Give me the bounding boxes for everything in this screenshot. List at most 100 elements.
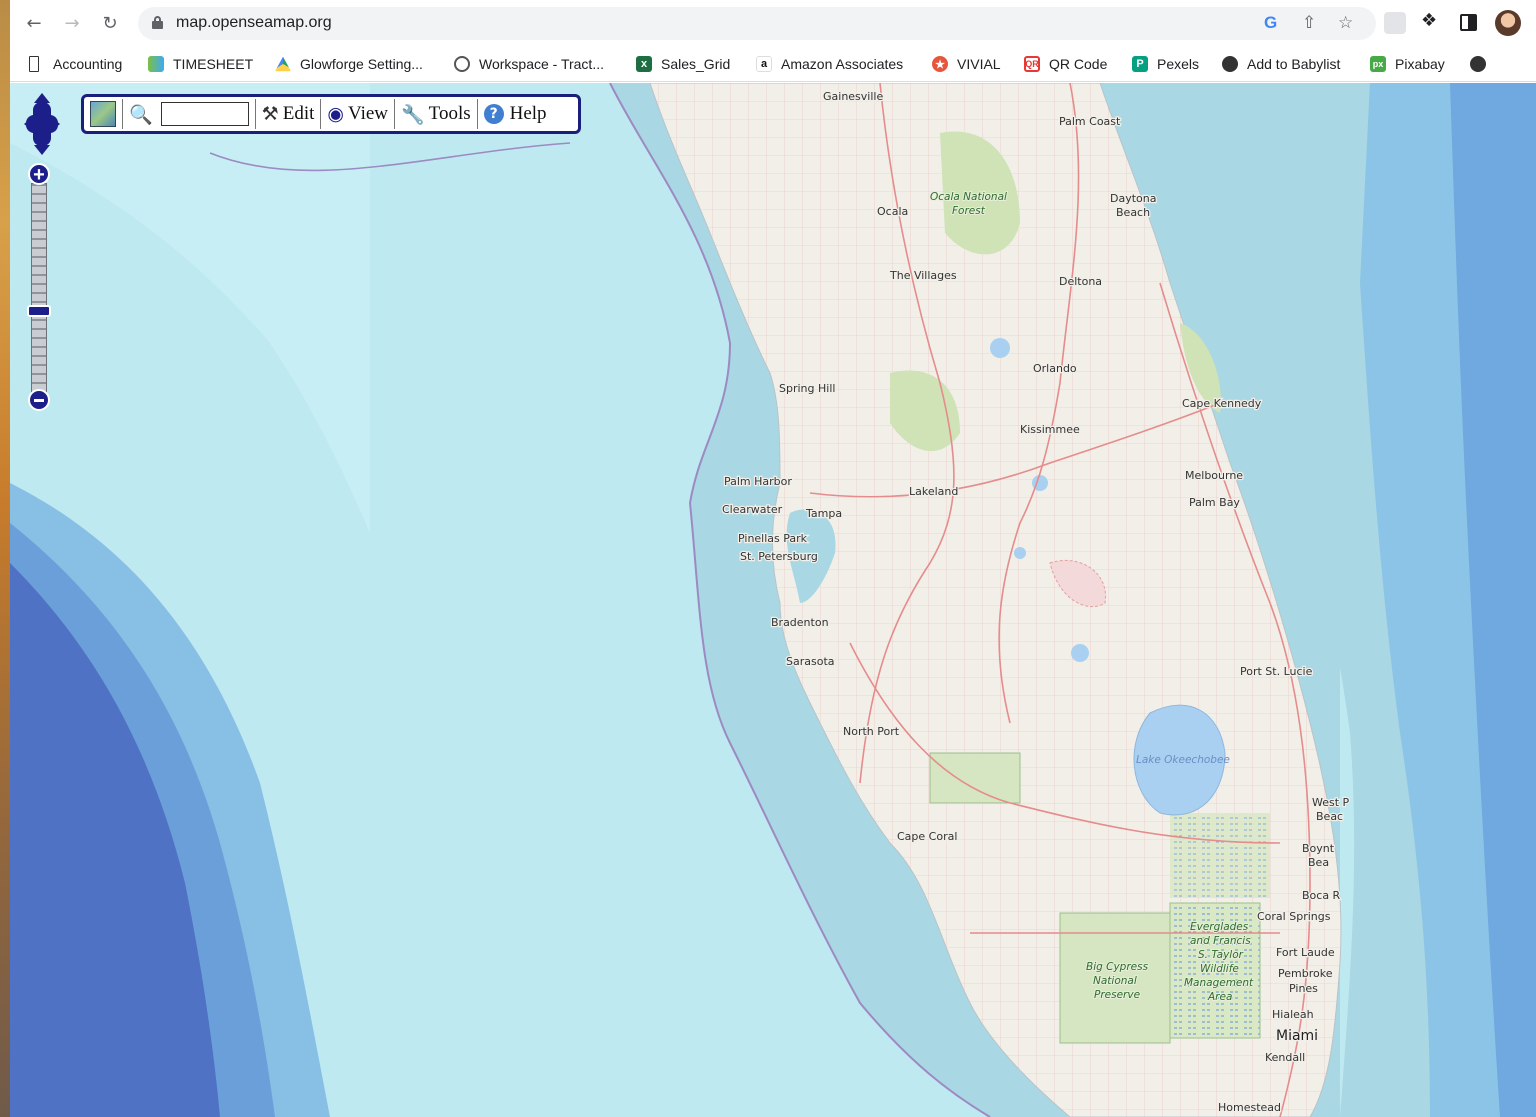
- label-st-petersburg: St. Petersburg: [740, 550, 818, 563]
- label-pinellas-park: Pinellas Park: [738, 532, 808, 545]
- label-ocala-forest: Ocala National: [930, 191, 1007, 203]
- label-coral-springs: Coral Springs: [1257, 910, 1331, 923]
- search-input[interactable]: [160, 102, 249, 126]
- label-palm-coast: Palm Coast: [1059, 115, 1121, 128]
- label-everglades-5: Management: [1184, 977, 1254, 989]
- star-icon[interactable]: ☆: [1338, 13, 1353, 33]
- help-menu[interactable]: ? Help: [478, 97, 553, 131]
- label-tampa: Tampa: [805, 507, 842, 520]
- map-viewport[interactable]: Gainesville Palm Coast Ocala Daytona Bea…: [10, 83, 1536, 1117]
- label-boynton-beach: Bea: [1308, 856, 1329, 869]
- pan-up-icon[interactable]: [34, 93, 50, 103]
- label-big-cypress-3: Preserve: [1094, 989, 1140, 1001]
- bookmark-pexels[interactable]: P Pexels: [1132, 54, 1199, 74]
- layer-switcher-button[interactable]: [84, 97, 122, 131]
- label-pembroke-pines: Pines: [1289, 982, 1318, 995]
- url-text[interactable]: map.openseamap.org: [176, 14, 332, 32]
- globe-icon: [1222, 56, 1238, 72]
- label-west-palm-beach: Beac: [1316, 810, 1343, 823]
- zoom-slider-handle[interactable]: [27, 305, 51, 317]
- edit-menu[interactable]: ⚒ Edit: [256, 97, 321, 131]
- bookmark-timesheet[interactable]: TIMESHEET: [148, 54, 253, 74]
- label-daytona: Daytona: [1110, 192, 1156, 205]
- pixabay-icon: px: [1370, 56, 1386, 72]
- label-the-villages: The Villages: [889, 269, 957, 282]
- bookmarks-bar: Accounting TIMESHEET Glowforge Setting..…: [10, 46, 1536, 82]
- bookmark-babylist[interactable]: Add to Babylist: [1222, 54, 1340, 74]
- globe-icon: [1470, 56, 1486, 72]
- forward-arrow-icon[interactable]: →: [60, 11, 84, 35]
- document-icon: [29, 56, 39, 72]
- pan-down-icon[interactable]: [34, 145, 50, 155]
- lake: [990, 338, 1010, 358]
- seamap-basemap[interactable]: Gainesville Palm Coast Ocala Daytona Bea…: [10, 83, 1536, 1117]
- side-panel-icon[interactable]: [1460, 14, 1477, 31]
- label-sarasota: Sarasota: [786, 655, 835, 668]
- browser-toolbar: ← → ↻ map.openseamap.org G ⇧ ☆ ❖: [10, 0, 1536, 46]
- bookmark-glowforge[interactable]: Glowforge Setting...: [275, 54, 423, 74]
- zoom-track[interactable]: [31, 183, 47, 393]
- timesheet-icon: [148, 56, 164, 72]
- bookmark-amazon-associates[interactable]: a Amazon Associates: [756, 54, 903, 74]
- address-bar[interactable]: map.openseamap.org G ⇧ ☆: [138, 7, 1376, 40]
- zoom-out-button[interactable]: [28, 389, 50, 411]
- back-arrow-icon[interactable]: ←: [22, 11, 46, 35]
- zoom-control: +: [27, 163, 51, 411]
- label-everglades-4: Wildlife: [1200, 963, 1239, 975]
- bookmark-accounting[interactable]: Accounting: [26, 54, 122, 74]
- tools-cross-icon: ⚒: [261, 103, 279, 125]
- browser-window: ← → ↻ map.openseamap.org G ⇧ ☆ ❖ Account…: [10, 0, 1536, 1117]
- view-menu-label: View: [347, 103, 388, 124]
- desktop-edge: [0, 0, 10, 1117]
- search-box: 🔍: [123, 97, 255, 131]
- bookmark-sales-grid[interactable]: x Sales_Grid: [636, 54, 730, 74]
- puzzle-icon[interactable]: ❖: [1421, 10, 1443, 32]
- google-icon[interactable]: G: [1264, 13, 1277, 33]
- label-orlando: Orlando: [1033, 362, 1077, 375]
- workspace-icon: [454, 56, 470, 72]
- qr-code-icon: QR: [1024, 56, 1040, 72]
- label-spring-hill: Spring Hill: [779, 382, 835, 395]
- bookmark-globe[interactable]: [1470, 54, 1495, 74]
- label-north-port: North Port: [843, 725, 900, 738]
- label-kissimmee: Kissimmee: [1020, 423, 1080, 436]
- edit-menu-label: Edit: [282, 103, 315, 124]
- label-pembroke: Pembroke: [1278, 967, 1333, 980]
- label-miami: Miami: [1276, 1028, 1318, 1044]
- excel-icon: x: [636, 56, 652, 72]
- tools-menu[interactable]: 🔧 Tools: [395, 97, 477, 131]
- label-big-cypress-2: National: [1093, 975, 1137, 987]
- label-lakeland: Lakeland: [909, 485, 958, 498]
- view-menu[interactable]: ◉ View: [321, 97, 394, 131]
- search-icon[interactable]: 🔍: [129, 103, 153, 126]
- label-melbourne: Melbourne: [1185, 469, 1243, 482]
- label-everglades: Everglades: [1190, 921, 1249, 933]
- label-boca-raton: Boca R: [1302, 889, 1341, 902]
- pan-control[interactable]: [24, 93, 60, 155]
- green-area-south: [929, 752, 1021, 804]
- label-homestead: Homestead: [1218, 1101, 1281, 1114]
- eye-icon: ◉: [327, 103, 344, 125]
- bookmark-vivial[interactable]: ★ VIVIAL: [932, 54, 1001, 74]
- zoom-in-button[interactable]: +: [28, 163, 50, 186]
- extension-icon[interactable]: [1384, 12, 1406, 34]
- label-clearwater: Clearwater: [722, 503, 783, 516]
- label-everglades-3: S. Taylor: [1198, 949, 1244, 961]
- lake: [1071, 644, 1089, 662]
- bookmark-pixabay[interactable]: px Pixabay: [1370, 54, 1445, 74]
- label-west-palm: West P: [1312, 796, 1350, 809]
- reload-icon[interactable]: ↻: [98, 11, 122, 35]
- lock-icon[interactable]: [152, 16, 163, 29]
- label-fort-lauderdale: Fort Laude: [1276, 946, 1335, 959]
- label-big-cypress: Big Cypress: [1086, 961, 1149, 973]
- amazon-icon: a: [756, 56, 772, 72]
- label-lake-okeechobee: Lake Okeechobee: [1136, 754, 1230, 766]
- bookmark-qr-code[interactable]: QR QR Code: [1024, 54, 1107, 74]
- label-cape-coral: Cape Coral: [897, 830, 957, 843]
- label-gainesville: Gainesville: [823, 90, 883, 103]
- share-icon[interactable]: ⇧: [1302, 13, 1316, 33]
- marsh-area: [1170, 813, 1270, 898]
- bookmark-workspace[interactable]: Workspace - Tract...: [454, 54, 604, 74]
- profile-avatar[interactable]: [1495, 10, 1521, 36]
- help-menu-label: Help: [509, 103, 547, 124]
